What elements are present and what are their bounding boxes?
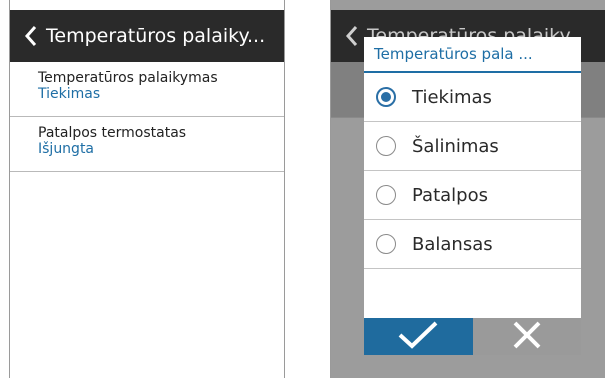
radio-selected[interactable] (376, 87, 396, 107)
dialog-buttons (364, 318, 581, 355)
option-salinimas[interactable]: Šalinimas (364, 122, 581, 171)
option-label: Balansas (412, 233, 493, 255)
option-balansas[interactable]: Balansas (364, 220, 581, 269)
settings-screen: Temperatūros palaiky... Temperatūros pal… (9, 0, 285, 378)
close-icon (512, 320, 542, 354)
setting-value: Išjungta (38, 141, 95, 157)
radio-unselected[interactable] (376, 136, 396, 156)
radio-unselected[interactable] (376, 185, 396, 205)
selection-dialog: Temperatūros pala ... Tiekimas Šalinimas… (364, 37, 581, 355)
confirm-button[interactable] (364, 318, 473, 355)
chevron-left-icon[interactable] (16, 10, 46, 62)
setting-label: Temperatūros palaikymas (38, 70, 218, 86)
header-bar: Temperatūros palaiky... (10, 10, 284, 62)
chevron-left-icon (337, 10, 367, 62)
setting-value: Tiekimas (38, 86, 101, 102)
cancel-button[interactable] (472, 318, 581, 355)
setting-label: Patalpos termostatas (38, 125, 187, 141)
option-label: Tiekimas (412, 86, 492, 108)
dialog-title: Temperatūros pala ... (364, 37, 581, 73)
radio-unselected[interactable] (376, 234, 396, 254)
check-icon (396, 320, 440, 354)
option-patalpos[interactable]: Patalpos (364, 171, 581, 220)
page-title: Temperatūros palaiky... (46, 25, 266, 47)
option-tiekimas[interactable]: Tiekimas (364, 73, 581, 122)
option-label: Patalpos (412, 184, 488, 206)
option-label: Šalinimas (412, 135, 499, 157)
setting-temperature-control[interactable]: Temperatūros palaikymas Tiekimas (10, 62, 284, 117)
setting-room-thermostat[interactable]: Patalpos termostatas Išjungta (10, 117, 284, 172)
